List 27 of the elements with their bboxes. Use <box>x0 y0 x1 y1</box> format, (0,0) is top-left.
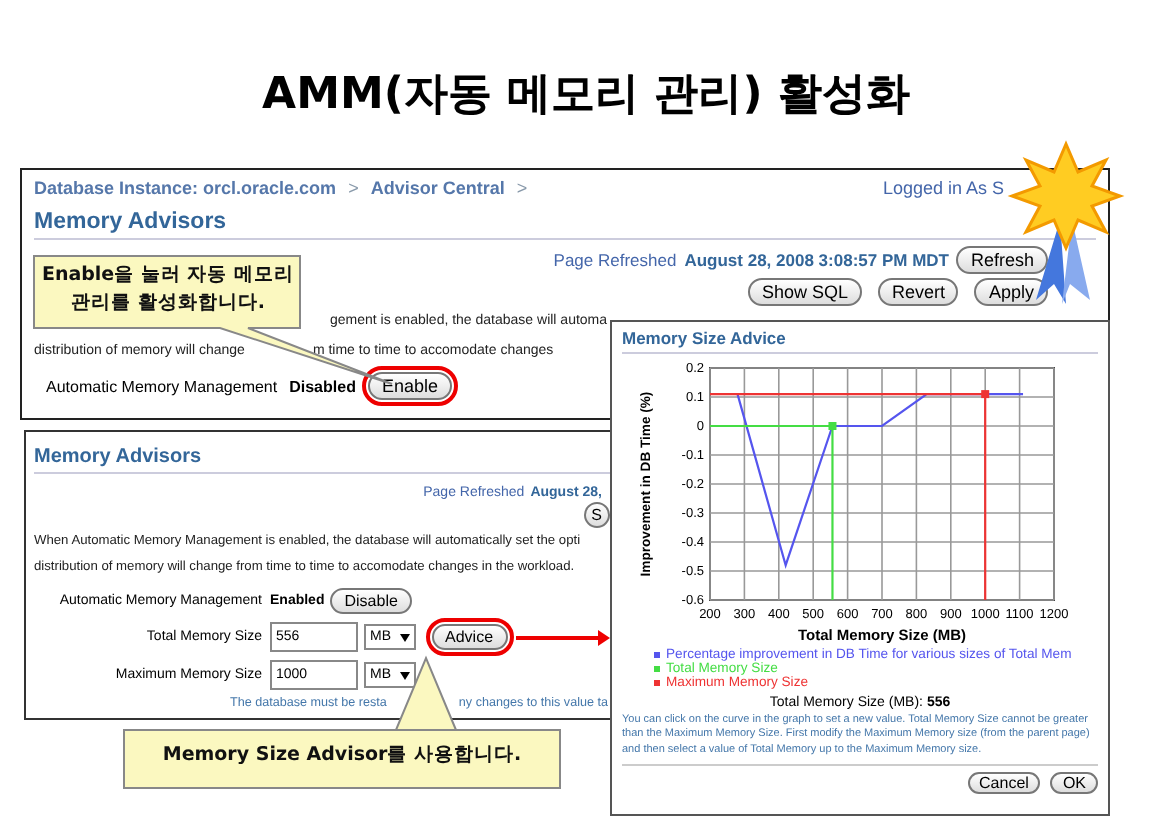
advice-button[interactable]: Advice <box>431 624 508 650</box>
dialog-button[interactable]: OK <box>1050 772 1098 795</box>
amm-label: Automatic Memory Management <box>46 377 278 395</box>
refresh-button[interactable]: Refresh <box>956 246 1048 274</box>
dialog-button[interactable]: Cancel <box>967 772 1041 795</box>
amm-status: Disabled <box>289 377 356 395</box>
arrow <box>516 630 610 646</box>
breadcrumb-separator: > <box>348 178 359 198</box>
callout-text: Memory Size Advisor를 사용합니다. <box>160 742 524 770</box>
enable-button[interactable]: Enable <box>367 372 452 400</box>
breadcrumb-link[interactable]: Advisor Central <box>370 178 505 198</box>
disable-button[interactable]: Disable <box>330 588 412 614</box>
page-heading: Memory Advisors <box>34 442 610 474</box>
action-button[interactable]: Show SQL <box>747 278 862 306</box>
action-button[interactable]: S <box>583 502 610 528</box>
action-button[interactable]: Apply <box>974 278 1048 306</box>
slide-title: AMM(자동 메모리 관리) 활성화 <box>262 68 910 124</box>
dropdown-arrow-icon <box>399 671 409 679</box>
dropdown-arrow-icon <box>399 633 409 641</box>
breadcrumb-link[interactable]: Database Instance: orcl.oracle.com <box>34 178 337 198</box>
login-text: Logged in As S <box>882 178 1006 198</box>
action-button[interactable]: Revert <box>877 278 959 306</box>
refresh-time: August 28, 2008 3:08:57 PM MDT <box>684 250 949 270</box>
dialog-title: Memory Size Advice <box>622 328 1098 354</box>
refresh-label: Page Refreshed <box>553 250 677 270</box>
callout-text: Enable을 눌러 자동 메모리 관리를 활성화합니다. <box>39 262 297 318</box>
breadcrumb-separator: > <box>516 178 528 198</box>
